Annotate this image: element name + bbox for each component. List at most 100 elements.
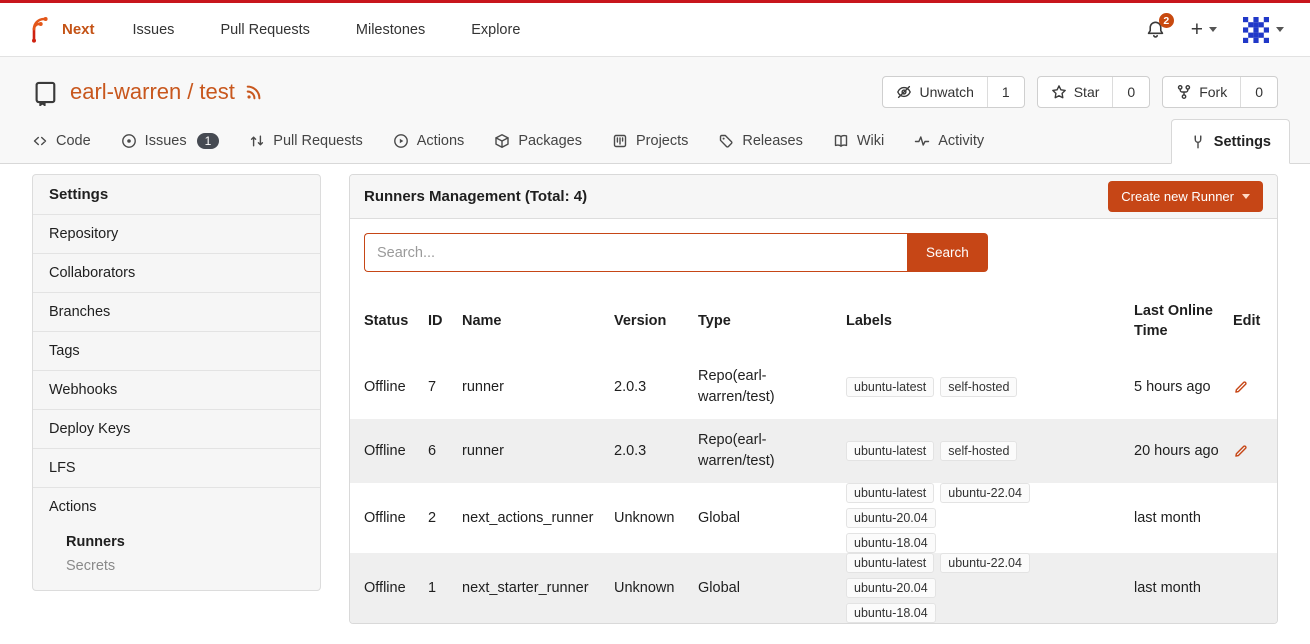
issue-icon (121, 133, 137, 149)
edit-runner-button[interactable] (1233, 379, 1263, 395)
runner-last-online: 20 hours ago (1134, 443, 1233, 459)
sidebar-item-tags[interactable]: Tags (33, 331, 320, 370)
runner-label-chip: ubuntu-latest (846, 377, 934, 397)
navbar-link-issues[interactable]: Issues (133, 18, 175, 42)
runner-status: Offline (364, 443, 428, 459)
star-button[interactable]: Star (1038, 77, 1113, 107)
tab-issues[interactable]: Issues 1 (121, 119, 220, 163)
tab-pull-requests[interactable]: Pull Requests (249, 119, 362, 163)
tab-label: Pull Requests (273, 133, 362, 149)
column-header-version: Version (614, 312, 698, 332)
repo-owner-link[interactable]: earl-warren (70, 79, 181, 105)
tab-label: Issues (145, 133, 187, 149)
column-header-last-online-time: Last Online Time (1134, 302, 1233, 341)
sidebar-item-actions[interactable]: Actions (33, 487, 320, 526)
runner-type: Repo(earl-warren/test) (698, 366, 846, 408)
brand-link[interactable]: Next (62, 21, 95, 38)
runner-id: 6 (428, 443, 462, 459)
tab-label: Projects (636, 133, 688, 149)
tab-projects[interactable]: Projects (612, 119, 688, 163)
column-header-name: Name (462, 312, 614, 332)
tab-packages[interactable]: Packages (494, 119, 582, 163)
runner-version: 2.0.3 (614, 443, 698, 459)
sidebar-header-settings: Settings (33, 175, 320, 214)
notifications-button[interactable]: 2 (1146, 20, 1165, 39)
tab-activity[interactable]: Activity (914, 119, 984, 163)
tab-label: Releases (742, 133, 802, 149)
navbar-link-explore[interactable]: Explore (471, 18, 520, 42)
fork-count[interactable]: 0 (1240, 77, 1277, 107)
sidebar-item-branches[interactable]: Branches (33, 292, 320, 331)
plus-icon: + (1191, 18, 1203, 42)
chevron-down-icon (1242, 194, 1250, 199)
pencil-icon (1233, 379, 1253, 395)
tab-releases[interactable]: Releases (718, 119, 802, 163)
tag-icon (718, 133, 734, 149)
pulse-icon (914, 133, 930, 149)
sidebar-item-secrets[interactable]: Secrets (66, 554, 304, 578)
runner-type: Global (698, 578, 846, 599)
tab-settings[interactable]: Settings (1171, 119, 1290, 164)
tab-code[interactable]: Code (32, 119, 91, 163)
column-header-labels: Labels (846, 312, 1134, 332)
issues-count-badge: 1 (197, 133, 220, 149)
runner-status: Offline (364, 510, 428, 526)
runner-version: Unknown (614, 510, 698, 526)
fork-button[interactable]: Fork (1163, 77, 1240, 107)
runner-version: 2.0.3 (614, 379, 698, 395)
repo-path-separator: / (187, 79, 193, 105)
table-row: Offline7runner2.0.3Repo(earl-warren/test… (350, 355, 1277, 419)
chevron-down-icon (1276, 27, 1284, 32)
tab-label: Packages (518, 133, 582, 149)
sidebar-item-collaborators[interactable]: Collaborators (33, 253, 320, 292)
tab-label: Settings (1214, 134, 1271, 150)
unwatch-button[interactable]: Unwatch (883, 77, 986, 107)
navbar-link-pull-requests[interactable]: Pull Requests (220, 18, 309, 42)
runner-last-online: last month (1134, 580, 1233, 596)
runner-label-chip: ubuntu-22.04 (940, 483, 1030, 503)
tab-actions[interactable]: Actions (393, 119, 465, 163)
runner-label-chip: ubuntu-22.04 (940, 553, 1030, 573)
runners-table: StatusIDNameVersionTypeLabelsLast Online… (350, 286, 1277, 623)
table-row: Offline2next_actions_runnerUnknownGlobal… (350, 483, 1277, 553)
tab-wiki[interactable]: Wiki (833, 119, 884, 163)
edit-runner-button[interactable] (1233, 443, 1263, 459)
navbar-link-milestones[interactable]: Milestones (356, 18, 425, 42)
user-menu-button[interactable] (1243, 17, 1284, 43)
forgejo-logo-icon[interactable] (26, 16, 54, 44)
runner-name: runner (462, 443, 614, 459)
repo-tab-bar: Code Issues 1 Pull Requests Actions Packages P… (0, 119, 1310, 163)
search-button[interactable]: Search (907, 233, 988, 272)
sidebar-item-runners[interactable]: Runners (66, 530, 304, 554)
sidebar-item-deploy-keys[interactable]: Deploy Keys (33, 409, 320, 448)
star-button-group: Star0 (1037, 76, 1150, 108)
runner-name: next_actions_runner (462, 510, 614, 526)
wrench-icon (1190, 134, 1206, 150)
table-header-row: StatusIDNameVersionTypeLabelsLast Online… (350, 286, 1277, 355)
repo-name-link[interactable]: test (199, 79, 234, 105)
runner-id: 1 (428, 580, 462, 596)
runner-label-chip: ubuntu-latest (846, 483, 934, 503)
table-row: Offline1next_starter_runnerUnknownGlobal… (350, 553, 1277, 623)
tab-label: Wiki (857, 133, 884, 149)
panel-title: Runners Management (Total: 4) (364, 188, 587, 205)
rss-feed-icon[interactable] (245, 83, 263, 101)
runner-id: 7 (428, 379, 462, 395)
tab-label: Activity (938, 133, 984, 149)
sidebar-item-webhooks[interactable]: Webhooks (33, 370, 320, 409)
runner-status: Offline (364, 580, 428, 596)
runners-panel: Runners Management (Total: 4) Create new… (349, 174, 1278, 624)
star-count[interactable]: 0 (1112, 77, 1149, 107)
column-header-status: Status (364, 312, 428, 332)
runner-last-online: last month (1134, 510, 1233, 526)
search-input[interactable] (364, 233, 907, 272)
create-new-runner-button[interactable]: Create new Runner (1108, 181, 1263, 212)
pencil-icon (1233, 443, 1253, 459)
sidebar-item-lfs[interactable]: LFS (33, 448, 320, 487)
runner-last-online: 5 hours ago (1134, 379, 1233, 395)
navbar-links: Issues Pull Requests Milestones Explore (133, 18, 521, 42)
create-menu-button[interactable]: + (1191, 18, 1217, 42)
sidebar-actions-sublist: RunnersSecrets (33, 526, 320, 590)
unwatch-count[interactable]: 1 (987, 77, 1024, 107)
sidebar-item-repository[interactable]: Repository (33, 214, 320, 253)
